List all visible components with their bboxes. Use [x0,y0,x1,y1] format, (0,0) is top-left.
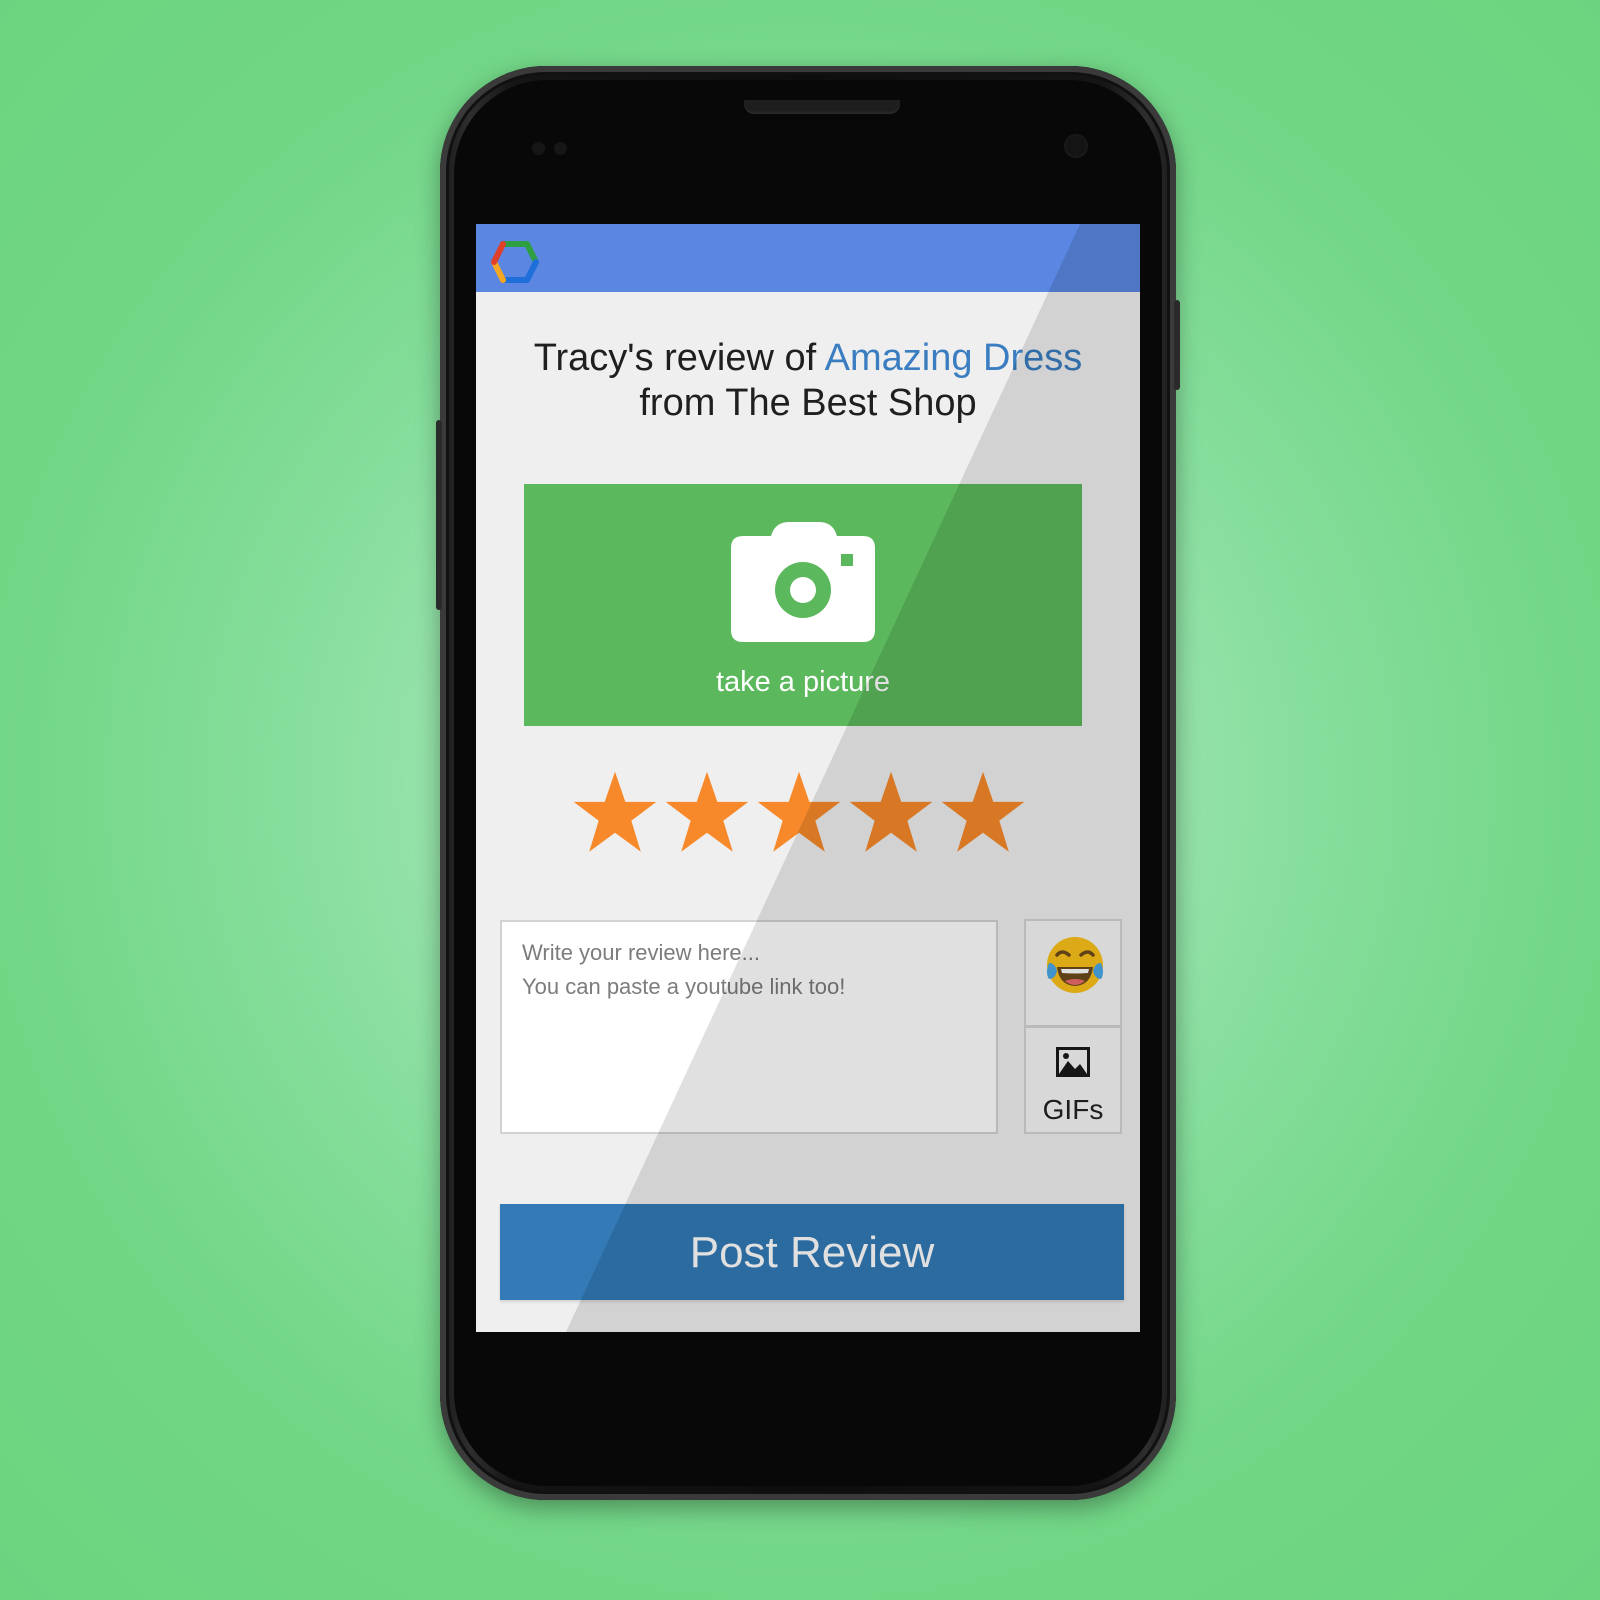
app-bar [476,224,1140,292]
star-icon-1[interactable] [572,770,658,856]
take-picture-button[interactable]: take a picture [524,484,1082,726]
star-icon-3[interactable] [756,770,842,856]
review-placeholder-line-2: You can paste a youtube link too! [522,974,846,999]
star-icon-4[interactable] [848,770,934,856]
review-title: Tracy's review of Amazing Dress from The… [476,336,1140,426]
take-picture-label: take a picture [715,666,891,698]
post-review-button[interactable]: Post Review [500,1204,1124,1300]
volume-button [436,420,442,610]
camera-icon [731,522,875,642]
review-title-shop: from The Best Shop [639,382,977,424]
star-icon-5[interactable] [940,770,1026,856]
emoji-button[interactable] [1024,919,1122,1027]
product-link[interactable]: Amazing Dress [825,337,1083,379]
proximity-sensors [532,142,572,156]
star-icon-2[interactable] [664,770,750,856]
review-text-input[interactable]: Write your review here... You can paste … [500,920,998,1134]
gif-label: GIFs [1042,1094,1104,1125]
gif-button[interactable]: GIFs [1024,1026,1122,1134]
review-placeholder-line-1: Write your review here... [522,940,761,965]
front-camera [1064,134,1088,158]
star-rating[interactable] [572,770,1042,860]
hexagon-logo-icon[interactable] [490,238,540,288]
image-icon [1056,1047,1090,1077]
laughing-tears-emoji-icon [1047,937,1103,993]
power-button [1174,300,1180,390]
app-screen: Tracy's review of Amazing Dress from The… [476,224,1140,1332]
earpiece-speaker [744,100,900,114]
review-title-prefix: Tracy's review of [533,337,825,379]
